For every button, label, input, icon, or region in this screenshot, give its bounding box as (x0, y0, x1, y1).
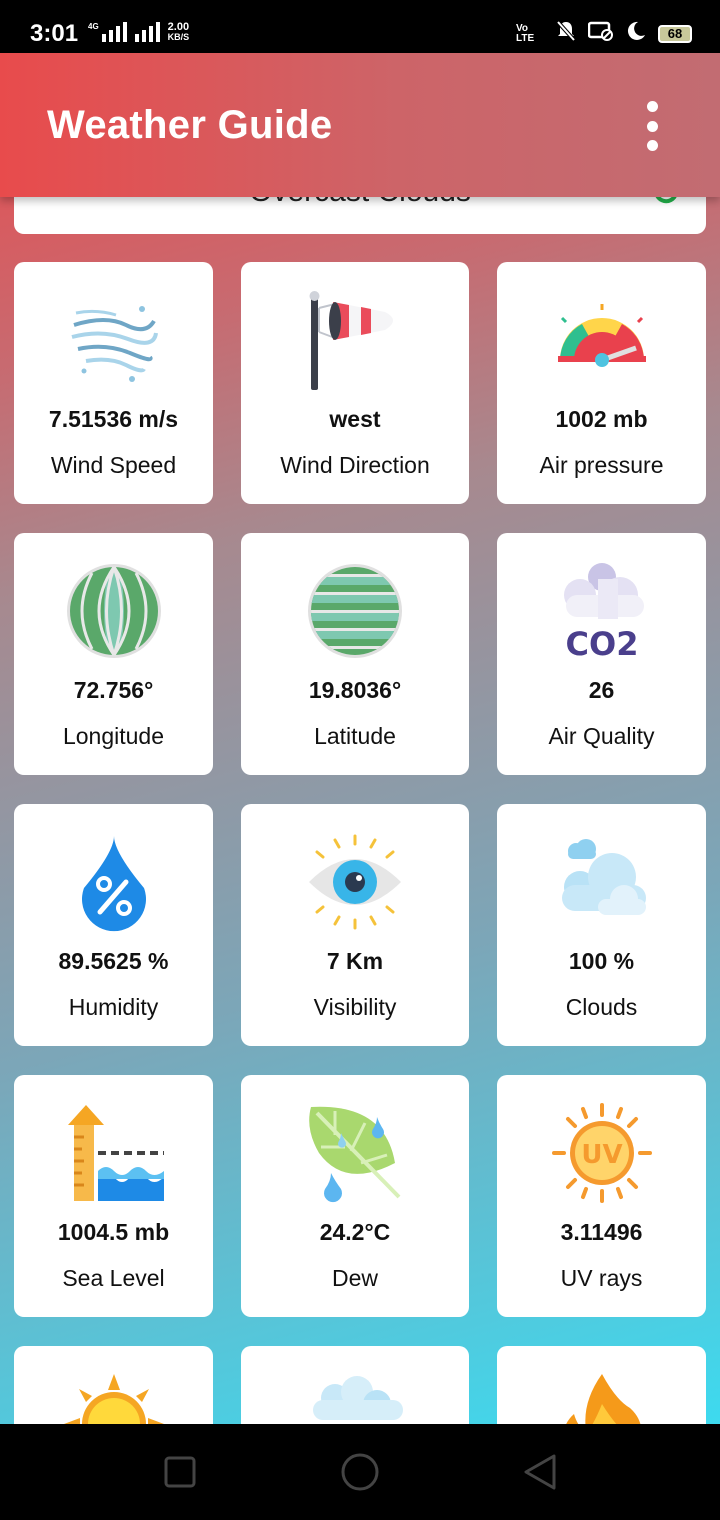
dew-card[interactable]: 24.2°C Dew (241, 1075, 469, 1317)
air-quality-card[interactable]: CO2 26 Air Quality (497, 533, 706, 775)
svg-text:CO2: CO2 (565, 625, 638, 661)
svg-text:UV: UV (581, 1140, 622, 1170)
volte-icon: Vo LTE (516, 22, 535, 44)
card-label: Latitude (314, 723, 396, 749)
latitude-card[interactable]: 19.8036° Latitude (241, 533, 469, 775)
card-label: UV rays (560, 1265, 643, 1291)
wind-speed-card[interactable]: 7.51536 m/s Wind Speed (14, 262, 213, 504)
status-time: 3:01 (30, 20, 79, 47)
clouds-card[interactable]: 100 % Clouds (497, 804, 706, 1046)
snow-cloud-icon (241, 1368, 469, 1424)
navigation-bar (0, 1424, 720, 1520)
card-label: Air Quality (548, 723, 655, 749)
co2-cloud-icon: CO2 (497, 555, 706, 667)
card-label: Longitude (62, 723, 165, 749)
windsock-icon (241, 284, 469, 396)
recent-apps-icon[interactable] (160, 1452, 200, 1492)
network-type: 4G (88, 22, 99, 31)
longitude-card[interactable]: 72.756° Longitude (14, 533, 213, 775)
network-speed: 2.00 KB/S (167, 21, 190, 43)
humidity-drop-icon (14, 826, 213, 938)
battery-icon: 68 (658, 24, 692, 43)
visibility-card[interactable]: 7 Km Visibility (241, 804, 469, 1046)
card-value: 19.8036° (308, 677, 402, 703)
card-label: Clouds (565, 994, 638, 1020)
sun-icon (14, 1368, 213, 1424)
card-value: 1004.5 mb (57, 1219, 170, 1245)
card-value: west (329, 406, 381, 432)
card-value: 7.51536 m/s (48, 406, 179, 432)
back-icon[interactable] (520, 1452, 560, 1492)
uv-rays-card[interactable]: UV 3.11496 UV rays (497, 1075, 706, 1317)
card-label: Visibility (313, 994, 397, 1020)
sea-level-card[interactable]: 1004.5 mb Sea Level (14, 1075, 213, 1317)
wind-direction-card[interactable]: west Wind Direction (241, 262, 469, 504)
app-title: Weather Guide (47, 103, 333, 147)
gauge-icon (497, 284, 706, 396)
uv-sun-icon: UV (497, 1097, 706, 1209)
sea-level-icon (14, 1097, 213, 1209)
dew-leaf-icon (241, 1097, 469, 1209)
sunrise-card[interactable] (14, 1346, 213, 1424)
latitude-globe-icon (241, 555, 469, 667)
fire-icon (497, 1368, 706, 1424)
card-value: 1002 mb (555, 406, 648, 432)
card-value: 26 (588, 677, 615, 703)
mute-bell-icon (556, 20, 576, 47)
clouds-icon (497, 826, 706, 938)
screen-cast-icon (587, 21, 614, 46)
eye-icon (241, 826, 469, 938)
card-value: 24.2°C (319, 1219, 391, 1245)
card-value: 89.5625 % (58, 948, 169, 974)
status-bar: 3:01 4G 2.00 KB/S Vo LTE 68 (0, 0, 720, 53)
card-label: Humidity (68, 994, 159, 1020)
card-label: Wind Direction (280, 452, 430, 478)
card-value: 72.756° (73, 677, 154, 703)
card-value: 100 % (568, 948, 635, 974)
card-value: 7 Km (326, 948, 384, 974)
card-label: Dew (331, 1265, 378, 1291)
snow-card[interactable] (241, 1346, 469, 1424)
toolbar: Weather Guide (0, 53, 720, 197)
air-pressure-card[interactable]: 1002 mb Air pressure (497, 262, 706, 504)
longitude-globe-icon (14, 555, 213, 667)
cellular-signal-2-icon (134, 22, 160, 42)
moon-icon (626, 21, 646, 46)
wind-icon (14, 284, 213, 396)
card-label: Air pressure (539, 452, 664, 478)
app-content: Weather Guide Overcast Clouds 7.51536 m/… (0, 53, 720, 1424)
home-icon[interactable] (338, 1450, 382, 1494)
humidity-card[interactable]: 89.5625 % Humidity (14, 804, 213, 1046)
status-right-icons: Vo LTE 68 (516, 20, 692, 47)
cellular-signal-icon: 4G (88, 22, 127, 42)
card-label: Sea Level (62, 1265, 165, 1291)
card-label: Wind Speed (50, 452, 177, 478)
overflow-menu-icon[interactable] (638, 101, 666, 151)
card-value: 3.11496 (560, 1219, 643, 1245)
status-left-icons: 4G 2.00 KB/S (88, 22, 189, 42)
heat-card[interactable] (497, 1346, 706, 1424)
